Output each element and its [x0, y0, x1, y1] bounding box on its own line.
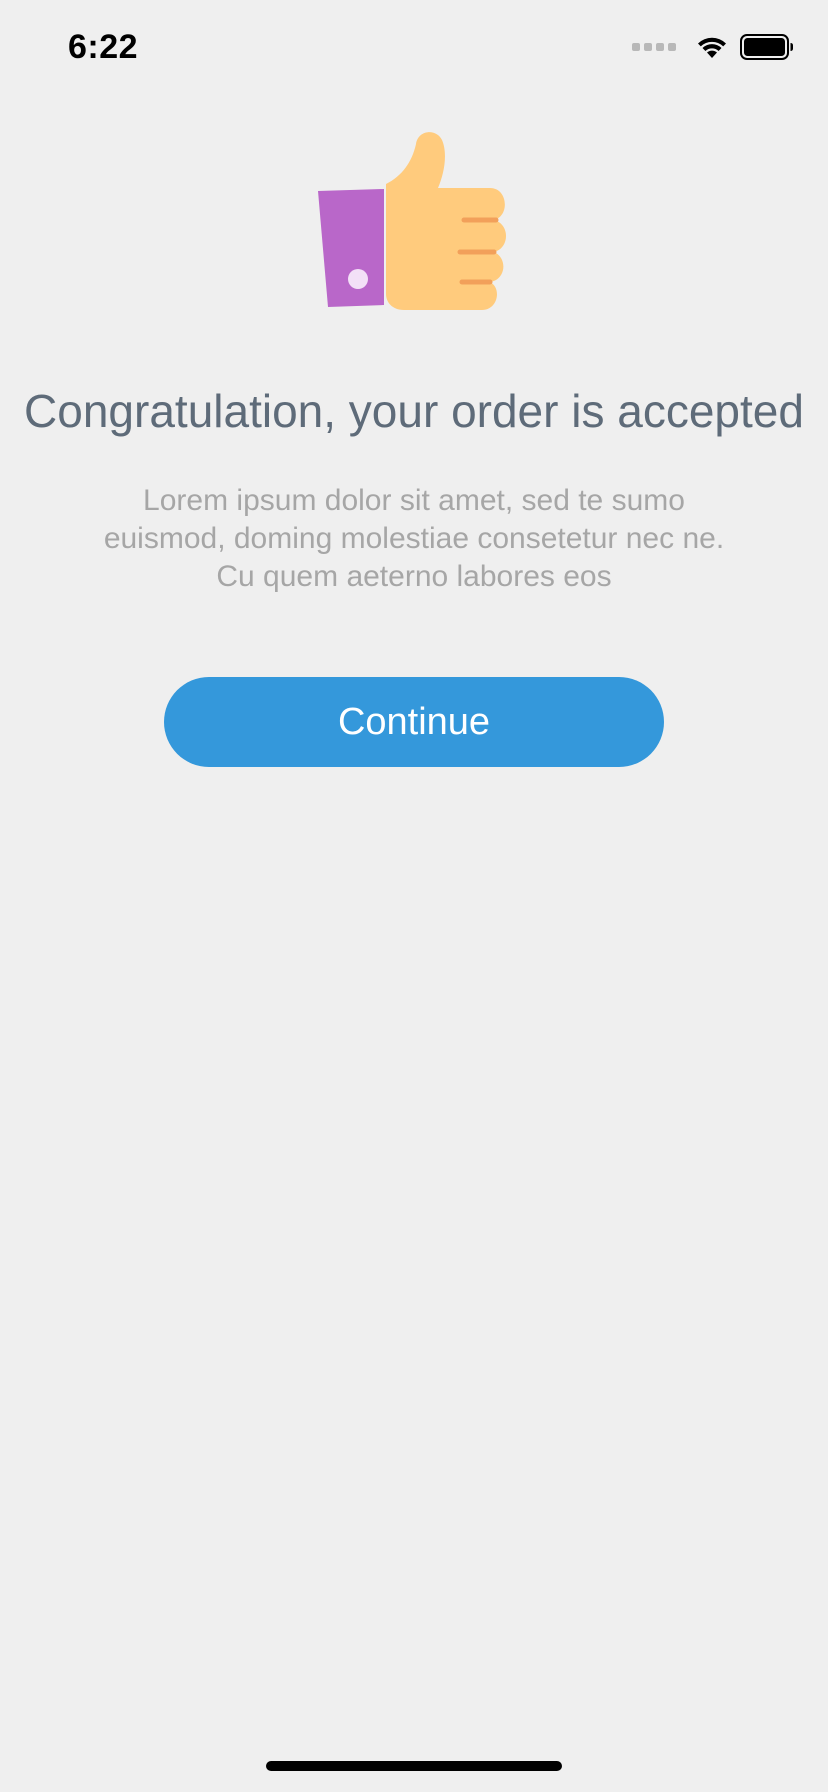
description-text: Lorem ipsum dolor sit amet, sed te sumo … [103, 484, 725, 593]
wifi-icon [698, 37, 726, 58]
home-indicator[interactable] [266, 1761, 562, 1771]
continue-button[interactable]: Continue [164, 677, 664, 767]
status-indicators [632, 34, 794, 60]
battery-icon [740, 34, 793, 60]
status-bar: 6:22 [0, 0, 828, 100]
thumbs-up-icon [318, 132, 506, 310]
status-time: 6:22 [68, 28, 139, 66]
signal-dots-icon [632, 43, 676, 51]
page-title: Congratulation, your order is accepted [24, 385, 804, 437]
